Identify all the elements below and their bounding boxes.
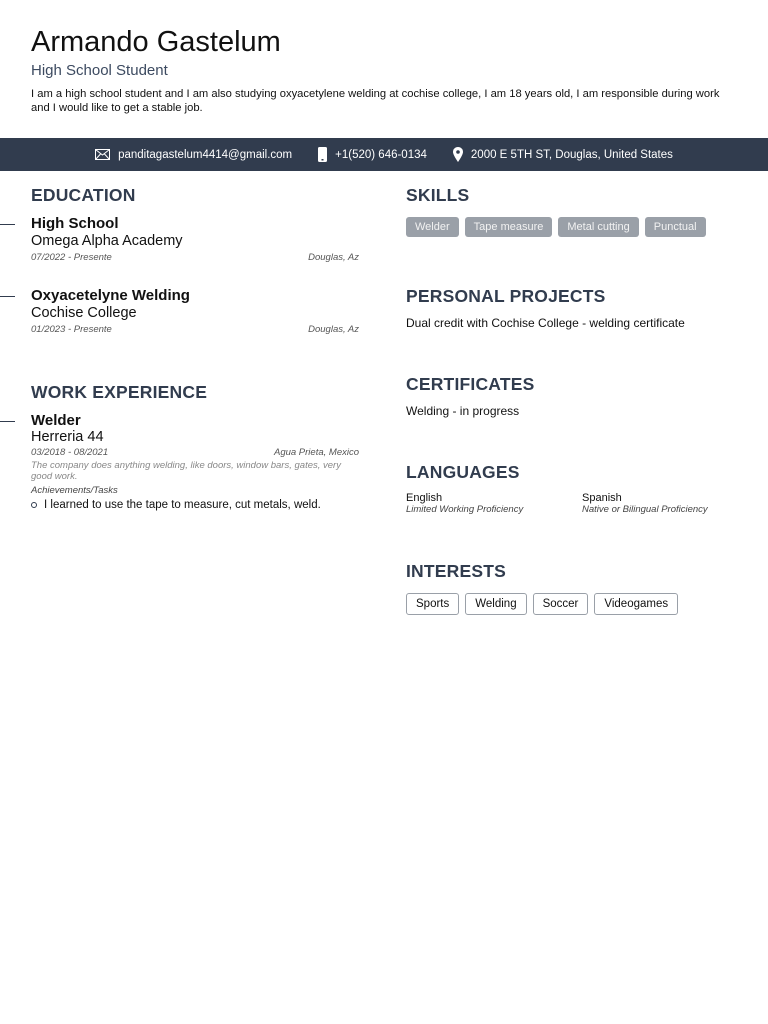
bullet-icon [31,502,37,508]
contact-email[interactable]: panditagastelum4414@gmail.com [95,149,292,161]
envelope-icon [95,149,111,160]
education-org: Omega Alpha Academy [31,233,183,249]
email-text: panditagastelum4414@gmail.com [118,148,293,161]
language-name: English [406,492,443,504]
candidate-name: Armando Gastelum [31,26,281,58]
work-description: The company does anything welding, like … [31,460,341,482]
language-item: English Limited Working Proficiency [406,492,523,515]
timeline-marker [0,296,15,297]
education-item: Oxyacetelyne Welding Cochise College 01/… [31,287,359,335]
education-location: Douglas, Az [308,324,359,335]
interest-tag: Welding [465,593,527,615]
summary: I am a high school student and I am also… [31,88,720,114]
skill-tag: Punctual [644,217,706,237]
phone-icon [318,147,328,162]
languages-heading: LANGUAGES [406,462,520,482]
interest-tag: Sports [406,593,460,615]
work-org: Herreria 44 [31,429,104,445]
education-title: High School [31,215,119,232]
work-heading: WORK EXPERIENCE [31,382,208,402]
education-org: Cochise College [31,305,137,321]
contact-address: 2000 E 5TH ST, Douglas, United States [452,147,673,162]
timeline-marker [0,421,15,422]
projects-heading: PERSONAL PROJECTS [406,286,606,306]
project-item: Dual credit with Cochise College - weldi… [406,316,685,330]
skill-tag: Metal cutting [558,217,639,237]
education-heading: EDUCATION [31,185,136,205]
interest-tag: Videogames [594,593,679,615]
work-item: Welder Herreria 44 03/2018 - 08/2021 Agua… [31,412,359,511]
phone-text: +1(520) 646-0134 [335,148,427,161]
interests-heading: INTERESTS [406,561,507,581]
timeline-marker [0,224,15,225]
language-item: Spanish Native or Bilingual Proficiency [582,492,708,515]
skills-list: Welder Tape measure Metal cutting Punctu… [406,217,706,237]
education-title: Oxyacetelyne Welding [31,287,190,304]
language-level: Native or Bilingual Proficiency [582,504,708,515]
language-name: Spanish [582,492,622,504]
contact-bar: panditagastelum4414@gmail.com +1(520) 64… [0,138,768,171]
skill-tag: Tape measure [464,217,553,237]
education-location: Douglas, Az [308,252,359,263]
education-item: High School Omega Alpha Academy 07/2022 … [31,215,359,263]
skill-tag: Welder [406,217,459,237]
candidate-role: High School Student [31,62,168,79]
work-title: Welder [31,412,81,429]
location-pin-icon [452,147,463,162]
task-item: I learned to use the tape to measure, cu… [31,499,359,511]
contact-phone[interactable]: +1(520) 646-0134 [318,147,427,162]
certificate-item: Welding - in progress [406,404,520,418]
work-dates: 03/2018 - 08/2021 [31,447,109,458]
address-text: 2000 E 5TH ST, Douglas, United States [470,148,673,161]
interest-tag: Soccer [532,593,589,615]
certificates-heading: CERTIFICATES [406,374,535,394]
skills-heading: SKILLS [406,185,470,205]
task-text: I learned to use the tape to measure, cu… [44,499,321,511]
work-location: Agua Prieta, Mexico [273,447,359,458]
tasks-label: Achievements/Tasks [31,485,118,496]
interests-list: Sports Welding Soccer Videogames [406,593,679,615]
language-level: Limited Working Proficiency [406,504,524,515]
education-dates: 07/2022 - Presente [31,252,112,263]
education-dates: 01/2023 - Presente [31,324,112,335]
